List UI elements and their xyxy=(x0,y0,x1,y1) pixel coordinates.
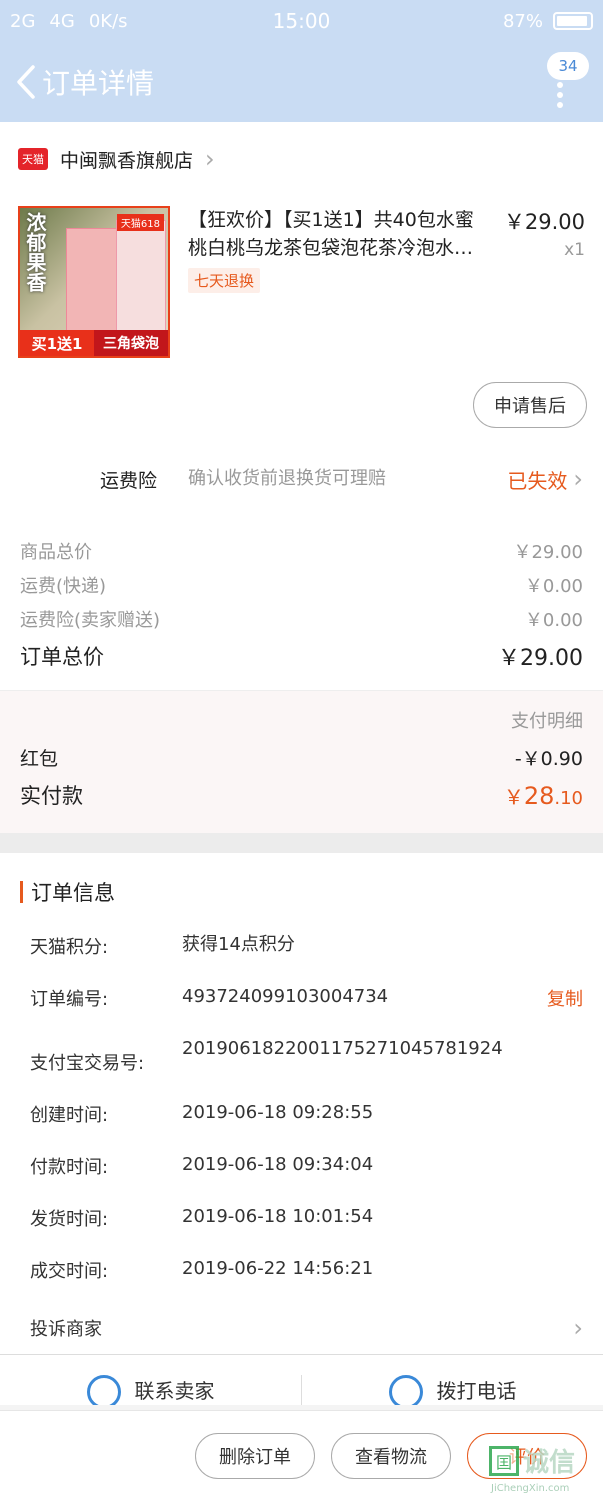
info-row-order-no: 订单编号: 493724099103004734 复制 xyxy=(30,985,583,1011)
info-row-created: 创建时间: 2019-06-18 09:28:55 xyxy=(30,1102,374,1126)
signal-4g: 4G xyxy=(49,10,75,32)
summary-row: 运费险(卖家赠送) ￥0.00 xyxy=(20,610,583,631)
phone-icon xyxy=(388,1375,423,1405)
delete-order-button[interactable]: 删除订单 xyxy=(195,1432,315,1479)
price-summary: 商品总价 ￥29.00 运费(快递) ￥0.00 运费险(卖家赠送) ￥0.00… xyxy=(0,522,603,690)
order-info-heading: 订单信息 xyxy=(31,881,115,905)
thumb-side-text: 浓郁果香 xyxy=(23,212,47,292)
shop-name: 中闽飘香旗舰店 xyxy=(60,149,194,172)
contact-seller-button[interactable]: 联系卖家 xyxy=(0,1375,301,1405)
watermark-icon: 囯 xyxy=(489,1446,519,1476)
redpacket-row: 红包 -￥0.90 xyxy=(20,747,583,770)
signal-2g: 2G xyxy=(10,10,36,32)
message-count-badge: 34 xyxy=(547,52,589,80)
nav-bar: 订单详情 34 xyxy=(0,42,603,122)
summary-row: 商品总价 ￥29.00 xyxy=(20,542,583,563)
info-row-points: 天猫积分: 获得14点积分 xyxy=(30,934,295,958)
actual-paid-amount: ￥28.10 xyxy=(503,781,583,810)
tmall-logo: 天猫 xyxy=(18,148,48,170)
status-bar: 2G 4G 0K/s 15:00 87% xyxy=(0,0,603,42)
payment-detail-link[interactable]: 支付明细 xyxy=(20,705,583,739)
order-card: 天猫 中闽飘香旗舰店 › 浓郁果香 天猫618 买1送1 三角袋泡 【狂欢价】【… xyxy=(0,122,603,833)
chevron-right-icon: › xyxy=(573,1313,583,1342)
contact-bar: 联系卖家 拨打电话 xyxy=(0,1355,603,1405)
back-icon[interactable] xyxy=(12,62,40,102)
info-row-deal: 成交时间: 2019-06-22 14:56:21 xyxy=(30,1258,374,1282)
chat-icon xyxy=(86,1375,121,1405)
more-menu-button[interactable]: 34 xyxy=(545,52,589,112)
apply-aftersale-button[interactable]: 申请售后 xyxy=(473,382,587,428)
thumb-promo-right: 三角袋泡 xyxy=(94,330,168,356)
thumb-promo-left: 买1送1 xyxy=(20,330,94,356)
insurance-description: 确认收货前退换货可理赔 xyxy=(188,468,386,489)
battery-icon xyxy=(553,12,593,30)
actual-paid-row: 实付款 ￥28.10 xyxy=(20,781,583,810)
info-row-alipay: 支付宝交易号: 2019061822001175271045781924 xyxy=(30,1038,503,1074)
insurance-status: 已失效 xyxy=(507,468,568,493)
chevron-right-icon: › xyxy=(573,465,583,493)
chevron-right-icon: › xyxy=(205,145,215,173)
watermark-logo: 囯 诚信 JiChengXin.com xyxy=(489,1446,576,1494)
summary-row: 运费(快递) ￥0.00 xyxy=(20,576,583,597)
product-quantity: x1 xyxy=(564,240,585,260)
product-thumbnail[interactable]: 浓郁果香 天猫618 买1送1 三角袋泡 xyxy=(18,206,170,358)
product-row[interactable]: 浓郁果香 天猫618 买1送1 三角袋泡 【狂欢价】【买1送1】共40包水蜜桃白… xyxy=(0,196,603,358)
call-phone-button[interactable]: 拨打电话 xyxy=(302,1375,603,1405)
copy-order-no-button[interactable]: 复制 xyxy=(547,985,583,1011)
order-info-section: 订单信息 天猫积分: 获得14点积分 订单编号: 493724099103004… xyxy=(0,853,603,1355)
order-total-row: 订单总价 ￥29.00 xyxy=(20,645,583,671)
return-policy-tag: 七天退换 xyxy=(188,268,261,293)
net-speed: 0K/s xyxy=(88,10,128,32)
thumb-corner-tag: 天猫618 xyxy=(116,214,164,231)
shop-row[interactable]: 天猫 中闽飘香旗舰店 › xyxy=(0,122,603,196)
view-logistics-button[interactable]: 查看物流 xyxy=(331,1432,451,1479)
info-row-paid: 付款时间: 2019-06-18 09:34:04 xyxy=(30,1154,374,1178)
product-price: ￥29.00 xyxy=(503,210,585,234)
insurance-label: 运费险 xyxy=(100,469,158,492)
section-divider xyxy=(0,833,603,853)
complain-seller-row[interactable]: 投诉商家 › xyxy=(0,1301,603,1355)
more-dots-icon xyxy=(557,82,563,108)
payment-detail: 支付明细 红包 -￥0.90 实付款 ￥28.10 xyxy=(0,690,603,833)
page-title: 订单详情 xyxy=(42,67,155,100)
shipping-insurance-row[interactable]: 运费险 确认收货前退换货可理赔 已失效 › xyxy=(0,450,603,522)
product-title: 【狂欢价】【买1送1】共40包水蜜桃白桃乌龙茶包袋泡花茶冷泡水果茶 xyxy=(188,209,474,259)
bottom-action-bar: 删除订单 查看物流 评价 囯 诚信 JiChengXin.com xyxy=(0,1410,603,1500)
battery-percent: 87% xyxy=(502,10,543,32)
info-row-shipped: 发货时间: 2019-06-18 10:01:54 xyxy=(30,1206,374,1230)
